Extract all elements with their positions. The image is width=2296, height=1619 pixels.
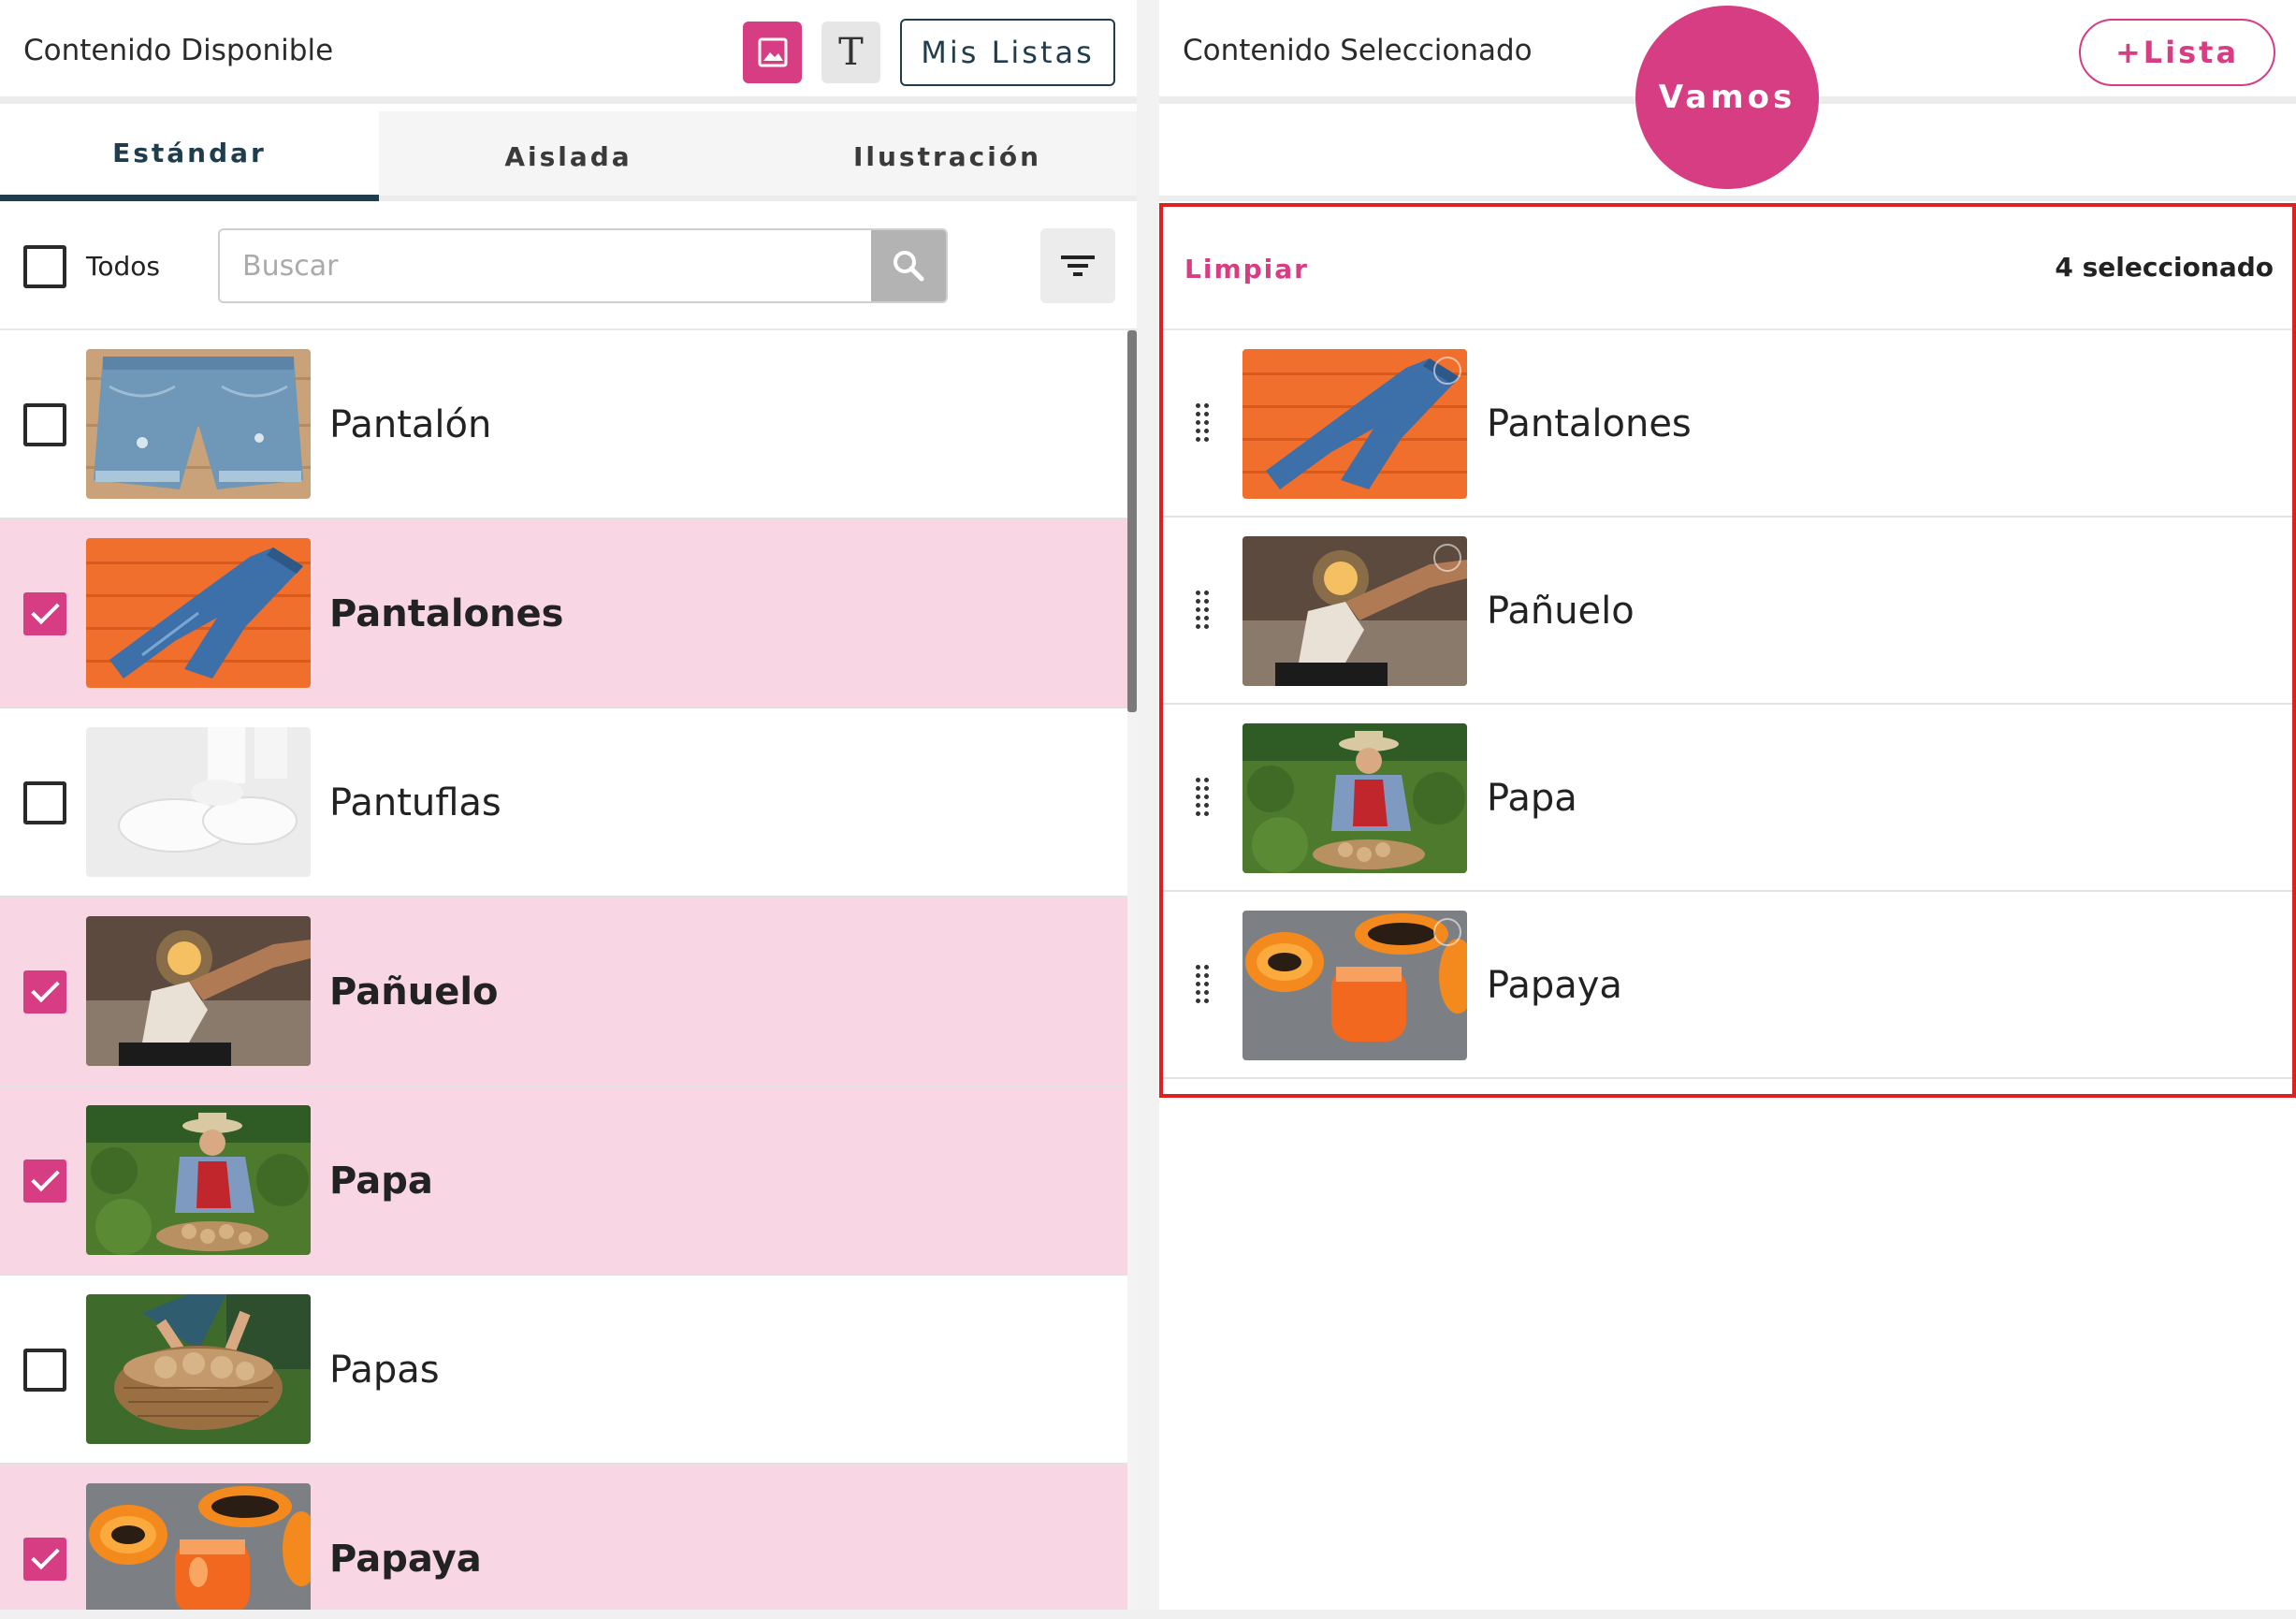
filter-button[interactable] (1040, 228, 1115, 303)
thumbnail-jeans (86, 538, 311, 688)
text-icon: T (838, 31, 864, 74)
selected-item-label: Pañuelo (1487, 590, 1635, 633)
remove-icon[interactable] (1433, 918, 1461, 946)
search-icon (890, 247, 927, 284)
selected-content-panel: Contenido Seleccionado +Lista Vamos Limp… (1159, 0, 2296, 1619)
list-item[interactable]: Papaya (0, 1465, 1127, 1619)
item-label: Pantalones (329, 592, 564, 635)
item-label: Papa (329, 1160, 433, 1203)
selected-items-header: Limpiar 4 seleccionado (1163, 207, 2292, 330)
selected-items-list: Pantalones Pañuelo Papa Papaya (1163, 330, 2292, 1079)
selected-item-label: Papa (1487, 777, 1577, 820)
text-mode-button[interactable]: T (821, 22, 880, 83)
thumbnail-shorts (86, 349, 311, 499)
search-button[interactable] (871, 230, 946, 301)
thumbnail-slippers (86, 727, 311, 877)
item-checkbox[interactable] (23, 1160, 66, 1203)
available-content-title: Contenido Disponible (23, 34, 334, 67)
available-content-panel: Contenido Disponible T Mis Listas Estánd… (0, 0, 1137, 1619)
selected-item[interactable]: Pantalones (1163, 330, 2292, 518)
list-item[interactable]: Papa (0, 1087, 1127, 1276)
list-scrollbar[interactable] (1127, 330, 1137, 1619)
item-checkbox[interactable] (23, 592, 66, 635)
tab-aislada[interactable]: Aislada (379, 111, 758, 201)
selected-item-label: Papaya (1487, 964, 1622, 1007)
image-mode-button[interactable] (743, 22, 802, 83)
list-item[interactable]: Pantalón (0, 330, 1127, 519)
thumbnail-potato-basket (86, 1294, 311, 1444)
thumbnail-farmer-potatoes (86, 1105, 311, 1255)
list-item[interactable]: Pantalones (0, 519, 1127, 708)
my-lists-button[interactable]: Mis Listas (900, 19, 1115, 86)
item-checkbox[interactable] (23, 781, 66, 824)
selected-count: 4 seleccionado (2055, 252, 2274, 283)
scrollbar-thumb[interactable] (1127, 330, 1137, 712)
select-all-checkbox[interactable] (23, 245, 66, 288)
thumbnail-papaya (86, 1483, 311, 1619)
list-toolbar: Todos (0, 207, 1137, 330)
tab-estandar[interactable]: Estándar (0, 111, 379, 201)
thumbnail-papaya (1242, 911, 1467, 1060)
tab-ilustracion[interactable]: Ilustración (758, 111, 1137, 201)
selected-content-title: Contenido Seleccionado (1183, 34, 1533, 67)
selected-item[interactable]: Papaya (1163, 892, 2292, 1079)
remove-icon[interactable] (1433, 357, 1461, 385)
content-type-tabs: Estándar Aislada Ilustración (0, 111, 1137, 201)
panel-divider (1137, 0, 1159, 1619)
item-label: Papas (329, 1349, 440, 1392)
available-content-header: Contenido Disponible T Mis Listas (0, 0, 1137, 104)
available-items-list: Pantalón Pantalones Pantuflas Pañuelo Pa… (0, 330, 1127, 1619)
selected-items-box: Limpiar 4 seleccionado Pantalones Pañuel… (1159, 203, 2296, 1098)
remove-icon[interactable] (1433, 544, 1461, 572)
item-checkbox[interactable] (23, 403, 66, 446)
list-item[interactable]: Pañuelo (0, 897, 1127, 1087)
go-button[interactable]: Vamos (1635, 6, 1819, 189)
selected-item-label: Pantalones (1487, 402, 1692, 445)
search-box (218, 228, 948, 303)
thumbnail-farmer-potatoes (1242, 723, 1467, 873)
item-label: Pañuelo (329, 970, 499, 1014)
drag-handle-icon[interactable] (1196, 965, 1209, 1006)
image-icon (756, 36, 790, 69)
drag-handle-icon[interactable] (1196, 591, 1209, 632)
list-item[interactable]: Pantuflas (0, 708, 1127, 897)
drag-handle-icon[interactable] (1196, 778, 1209, 819)
item-checkbox[interactable] (23, 1538, 66, 1581)
item-label: Papaya (329, 1538, 482, 1581)
selected-item[interactable]: Pañuelo (1163, 518, 2292, 705)
thumbnail-tissue (86, 916, 311, 1066)
select-all-label: Todos (86, 251, 160, 282)
add-list-button[interactable]: +Lista (2079, 19, 2275, 86)
selected-item[interactable]: Papa (1163, 705, 2292, 892)
thumbnail-tissue (1242, 536, 1467, 686)
list-item[interactable]: Papas (0, 1276, 1127, 1465)
item-checkbox[interactable] (23, 970, 66, 1014)
item-checkbox[interactable] (23, 1349, 66, 1392)
item-label: Pantalón (329, 403, 492, 446)
clear-button[interactable]: Limpiar (1184, 254, 1309, 284)
drag-handle-icon[interactable] (1196, 403, 1209, 445)
filter-icon (1059, 252, 1097, 280)
item-label: Pantuflas (329, 781, 501, 824)
bottom-edge (0, 1610, 2296, 1619)
search-input[interactable] (220, 230, 884, 301)
thumbnail-jeans (1242, 349, 1467, 499)
